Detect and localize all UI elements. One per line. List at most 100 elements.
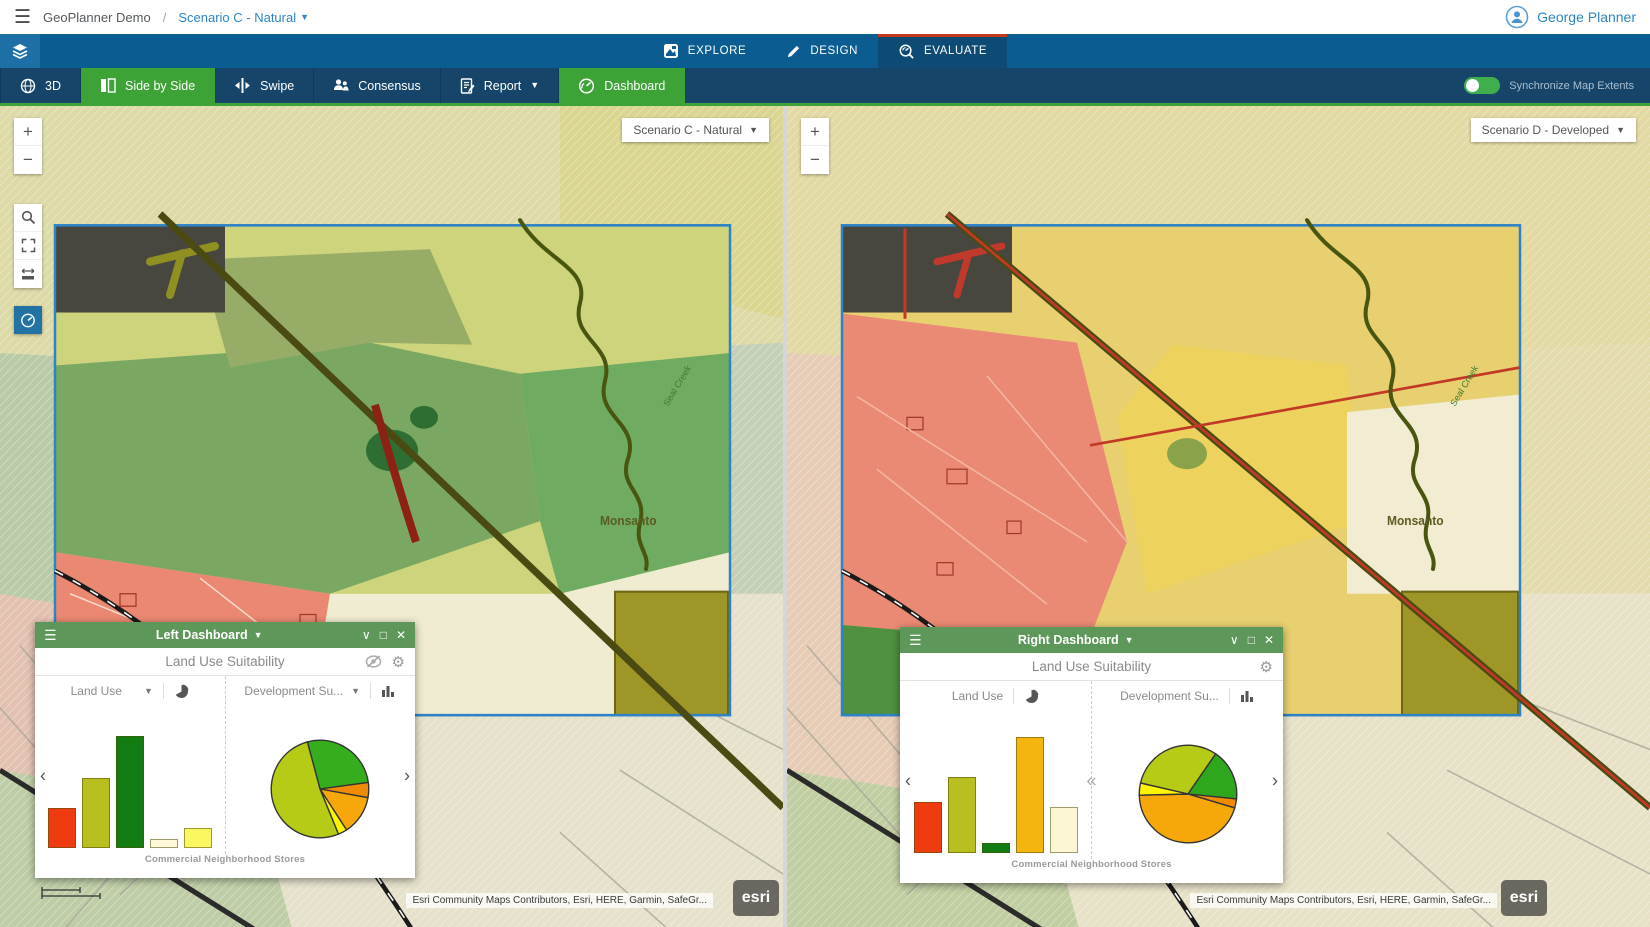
dashboard-gauge-icon [578,78,595,94]
maximize-icon[interactable]: □ [1248,633,1255,647]
dev-suitability-selector[interactable]: Development Su... [244,684,343,698]
full-extent-button[interactable] [14,232,42,260]
land-use-widget: Land Use ▼ [35,676,225,854]
explore-icon [663,43,679,59]
land-use-selector[interactable]: Land Use [952,689,1003,703]
search-icon [21,210,36,225]
left-map-controls: + − [14,118,42,334]
consensus-button[interactable]: Consensus [314,68,441,103]
bar-chart-icon[interactable] [381,684,396,698]
dashboard-button[interactable]: Dashboard [559,68,685,103]
right-dashboard-caption: Commercial Neighborhood Stores [900,859,1283,883]
right-dashboard-panel: ☰ Right Dashboard ▼ ∨ □ ✕ Land Use Suita… [900,627,1283,883]
sync-extents-toggle[interactable] [1464,77,1500,94]
tab-design[interactable]: DESIGN [766,34,878,68]
zoom-out-button[interactable]: − [14,146,42,174]
bar-chart-icon[interactable] [1240,689,1255,703]
zoom-control: + − [14,118,42,174]
left-scenario-selector-value: Scenario C - Natural [633,123,742,137]
pie-chart-icon[interactable] [1024,689,1039,704]
geoplanner-app: ☰ GeoPlanner Demo / Scenario C - Natural… [0,0,1650,927]
gear-icon[interactable]: ⚙ [392,653,405,671]
tab-evaluate[interactable]: EVALUATE [878,34,1007,68]
right-dashboard-header: ☰ Right Dashboard ▼ ∨ □ ✕ [900,627,1283,653]
right-dashboard-title: Right Dashboard [1018,633,1119,647]
carousel-prev-arrow[interactable]: ‹ [40,765,46,786]
search-button[interactable] [14,204,42,232]
land-use-bar-chart [900,711,1091,859]
left-map-pane: Monsanto Seal Creek + − [0,106,783,927]
scenario-breadcrumb[interactable]: Scenario C - Natural ▼ [178,10,309,25]
user-name: George Planner [1537,9,1636,25]
pie-chart [1135,741,1241,847]
carousel-next-arrow[interactable]: › [1272,770,1278,791]
chevron-down-icon: ▼ [530,81,539,90]
3d-button[interactable]: 3D [0,68,81,103]
chevron-down-icon[interactable]: ▼ [351,687,360,696]
left-dashboard-title-dropdown[interactable]: Left Dashboard ▼ [57,628,362,642]
zoom-out-button[interactable]: − [801,146,829,174]
side-by-side-label: Side by Side [125,79,195,93]
collapse-divider-arrow[interactable]: « [1086,770,1096,791]
pie-chart-icon[interactable] [174,684,189,699]
right-map-pane: Monsanto Seal Creek + − Scenario D - Dev… [787,106,1650,927]
primary-nav-bar: EXPLORE DESIGN EVALUATE [0,34,1650,68]
window-buttons: ∨ □ ✕ [1230,633,1274,647]
swipe-icon [234,78,251,93]
minimize-icon[interactable]: ∨ [362,628,371,642]
window-buttons: ∨ □ ✕ [362,628,406,642]
pie-chart [267,736,373,842]
close-icon[interactable]: ✕ [1264,633,1274,647]
tab-evaluate-label: EVALUATE [924,45,987,57]
minimize-icon[interactable]: ∨ [1230,633,1239,647]
side-by-side-button[interactable]: Side by Side [81,68,215,103]
dashboard-menu-icon[interactable]: ☰ [909,632,922,649]
close-icon[interactable]: ✕ [396,628,406,642]
left-dashboard-title: Left Dashboard [156,628,248,642]
maximize-icon[interactable]: □ [380,628,387,642]
swipe-button[interactable]: Swipe [215,68,314,103]
scenario-breadcrumb-label: Scenario C - Natural [178,10,296,25]
bar-segment [1050,807,1078,853]
chevron-down-icon: ▼ [749,126,758,135]
chevron-down-icon[interactable]: ▼ [144,687,153,696]
sync-extents-label: Synchronize Map Extents [1509,80,1634,92]
chevron-down-icon: ▼ [254,631,263,640]
right-scenario-selector[interactable]: Scenario D - Developed ▼ [1471,118,1636,142]
land-use-selector[interactable]: Land Use [71,684,122,698]
bar-segment [1016,737,1044,853]
esri-logo-text: esri [1510,889,1538,907]
zoom-in-button[interactable]: + [801,118,829,146]
main-menu-icon[interactable]: ☰ [14,8,31,27]
dev-suitability-selector[interactable]: Development Su... [1120,689,1219,703]
divider [163,683,164,699]
esri-logo[interactable]: esri [1501,880,1547,916]
dashboard-menu-icon[interactable]: ☰ [44,627,57,644]
carousel-prev-arrow[interactable]: ‹ [905,770,911,791]
land-use-widget-head: Land Use [900,681,1091,711]
dashboard-toggle-button[interactable] [14,306,42,334]
consensus-button-label: Consensus [358,79,421,93]
right-dashboard-title-dropdown[interactable]: Right Dashboard ▼ [922,633,1230,647]
chevron-down-icon: ▼ [300,13,309,22]
development-suitability-widget: Development Su... ▼ [225,676,416,854]
right-scenario-selector-value: Scenario D - Developed [1482,123,1609,137]
bar-segment [150,839,178,848]
map-comparison-area: Monsanto Seal Creek + − [0,106,1650,927]
report-button[interactable]: Report ▼ [441,68,559,103]
left-scenario-selector[interactable]: Scenario C - Natural ▼ [622,118,769,142]
evaluate-gauge-icon [898,43,915,60]
measure-button[interactable] [14,260,42,288]
esri-logo[interactable]: esri [733,880,779,916]
tab-explore[interactable]: EXPLORE [643,34,767,68]
dashboard-button-label: Dashboard [604,79,665,93]
visibility-off-icon[interactable] [365,655,382,668]
carousel-next-arrow[interactable]: › [404,765,410,786]
left-dashboard-body: ‹ Land Use ▼ [35,676,415,854]
breadcrumb-separator: / [163,10,167,25]
user-area[interactable]: George Planner [1505,5,1636,29]
swipe-button-label: Swipe [260,79,294,93]
zoom-in-button[interactable]: + [14,118,42,146]
bar-segment [116,736,144,848]
gear-icon[interactable]: ⚙ [1260,658,1273,676]
